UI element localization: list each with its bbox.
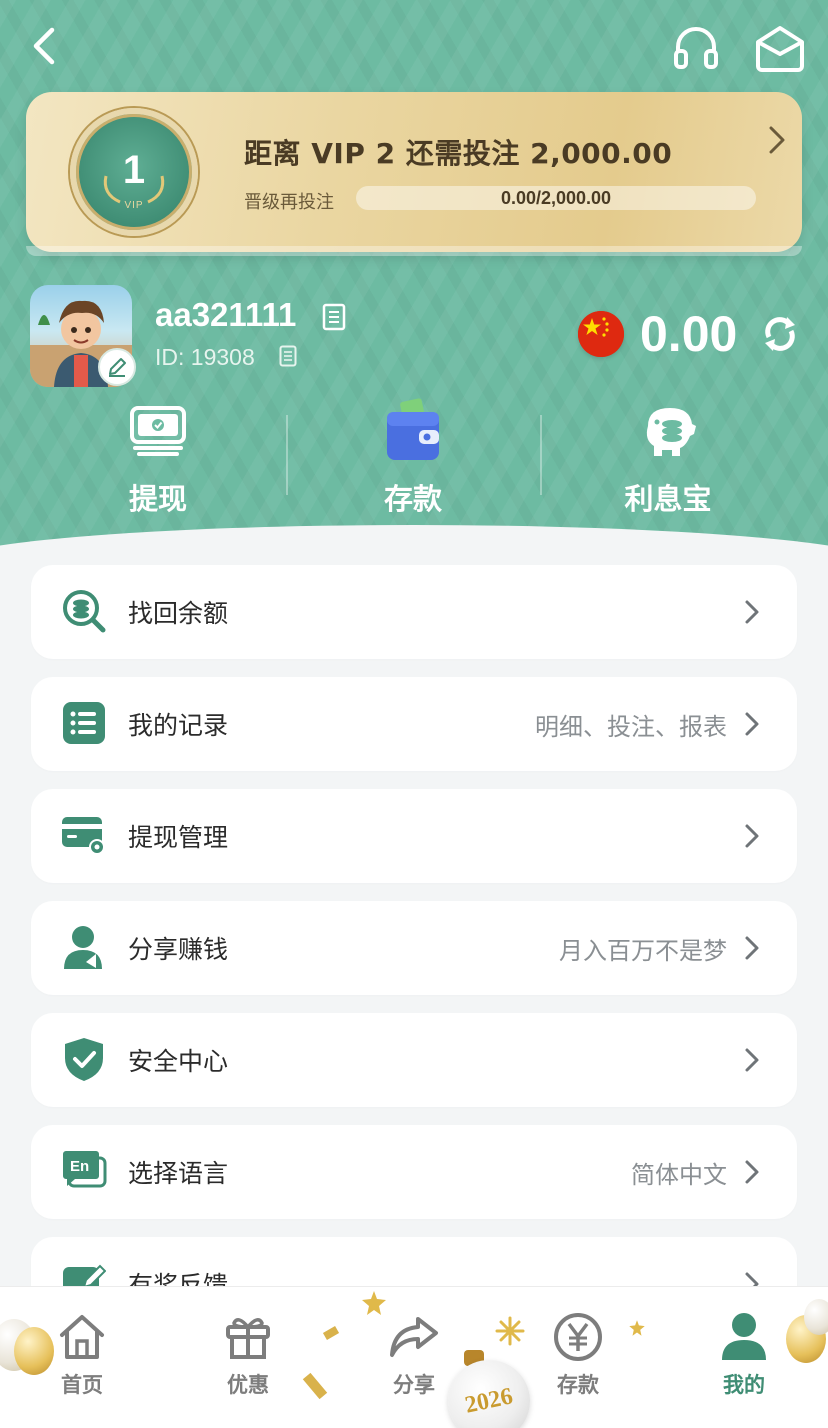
menu-item-share-earn[interactable]: 分享赚钱 月入百万不是梦 <box>31 901 797 995</box>
balloon-decoration <box>804 1299 828 1335</box>
menu-hint: 简体中文 <box>631 1160 727 1189</box>
menu-label: 我的记录 <box>128 711 229 740</box>
refresh-icon <box>765 317 795 351</box>
avatar-edit-button[interactable] <box>98 348 136 386</box>
nav-label: 我的 <box>723 1373 765 1397</box>
wallet-icon <box>381 396 445 464</box>
mail-icon <box>756 26 804 72</box>
menu-item-security[interactable]: 安全中心 <box>31 1013 797 1107</box>
refresh-balance-button[interactable] <box>760 314 800 354</box>
nav-label: 优惠 <box>227 1373 269 1397</box>
menu-item-recover-balance[interactable]: 找回余额 <box>31 565 797 659</box>
pencil-icon <box>109 358 126 377</box>
vip-progress-bar: 0.00/2,000.00 <box>356 186 756 210</box>
laurel-icon <box>103 175 165 204</box>
confetti-decoration <box>322 1326 340 1340</box>
share-user-icon <box>61 924 107 970</box>
nav-label: 分享 <box>393 1373 435 1397</box>
vip-sub-label: 晋级再投注 <box>244 192 334 213</box>
copy-username-button[interactable] <box>320 302 348 332</box>
interest-label: 利息宝 <box>624 482 712 516</box>
chevron-right-icon <box>769 126 785 154</box>
nav-deposit[interactable]: 存款 <box>518 1311 638 1411</box>
mail-button[interactable] <box>752 20 808 76</box>
copy-icon <box>322 303 346 331</box>
nav-label: 存款 <box>557 1373 599 1397</box>
withdraw-action[interactable]: 提现 <box>58 396 258 526</box>
nav-promotions[interactable]: 优惠 <box>188 1311 308 1411</box>
card-settings-icon <box>61 812 107 858</box>
recover-balance-icon <box>61 588 107 634</box>
menu-hint: 月入百万不是梦 <box>559 936 727 965</box>
nav-label: 首页 <box>61 1373 103 1397</box>
menu-item-withdraw-management[interactable]: 提现管理 <box>31 789 797 883</box>
records-list-icon <box>61 700 107 746</box>
deposit-label: 存款 <box>383 482 442 516</box>
interest-action[interactable]: 利息宝 <box>568 396 768 526</box>
deposit-action[interactable]: 存款 <box>313 396 513 526</box>
vip-progress-card[interactable]: 1 VIP 距离 VIP 2 还需投注 2,000.00 晋级再投注 0.00/… <box>26 92 802 256</box>
nav-home[interactable]: 首页 <box>22 1311 142 1411</box>
chevron-right-icon <box>741 822 763 850</box>
menu-item-language[interactable]: En 选择语言 简体中文 <box>31 1125 797 1219</box>
chevron-right-icon <box>741 934 763 962</box>
menu-label: 选择语言 <box>128 1159 229 1188</box>
vip-requirement-title: 距离 VIP 2 还需投注 2,000.00 <box>244 137 673 170</box>
nav-mine[interactable]: 我的 <box>684 1311 804 1411</box>
chevron-right-icon <box>741 1046 763 1074</box>
vip-detail-chevron[interactable] <box>762 122 792 158</box>
china-flag-icon <box>578 311 624 357</box>
copy-icon <box>279 345 297 367</box>
share-arrow-icon <box>388 1311 440 1363</box>
headset-icon <box>674 27 718 69</box>
chevron-right-icon <box>741 1158 763 1186</box>
vip-progress-text: 0.00/2,000.00 <box>500 187 612 208</box>
vip-level-badge: 1 VIP <box>70 108 198 236</box>
divider <box>286 415 288 495</box>
menu-item-records[interactable]: 我的记录 明细、投注、报表 <box>31 677 797 771</box>
menu-label: 找回余额 <box>128 599 229 628</box>
chevron-right-icon <box>741 710 763 738</box>
yuan-coin-icon <box>552 1311 604 1363</box>
menu-hint: 明细、投注、报表 <box>535 712 727 741</box>
ornament-year: 2026 <box>462 1383 516 1419</box>
divider <box>540 415 542 495</box>
customer-service-button[interactable] <box>668 20 724 76</box>
user-icon <box>718 1311 770 1363</box>
svg-text:En: En <box>70 1158 89 1175</box>
shield-check-icon <box>61 1036 107 1082</box>
menu-label: 分享赚钱 <box>128 935 229 964</box>
balance-amount: 0.00 <box>640 306 738 362</box>
chevron-left-icon <box>33 27 55 65</box>
gift-icon <box>222 1311 274 1363</box>
menu-label: 提现管理 <box>128 823 229 852</box>
home-icon <box>56 1311 108 1363</box>
language-icon: En <box>61 1148 107 1194</box>
withdraw-cash-icon <box>126 396 190 464</box>
withdraw-label: 提现 <box>128 482 187 516</box>
bottom-nav: 首页 优惠 分享 存款 我的 <box>0 1286 828 1428</box>
chevron-right-icon <box>741 598 763 626</box>
user-id: ID: 19308 <box>155 344 255 370</box>
piggy-bank-icon <box>636 396 700 464</box>
copy-id-button[interactable] <box>277 343 299 369</box>
username: aa321111 <box>155 296 297 333</box>
back-button[interactable] <box>18 20 70 72</box>
menu-label: 安全中心 <box>128 1047 229 1076</box>
